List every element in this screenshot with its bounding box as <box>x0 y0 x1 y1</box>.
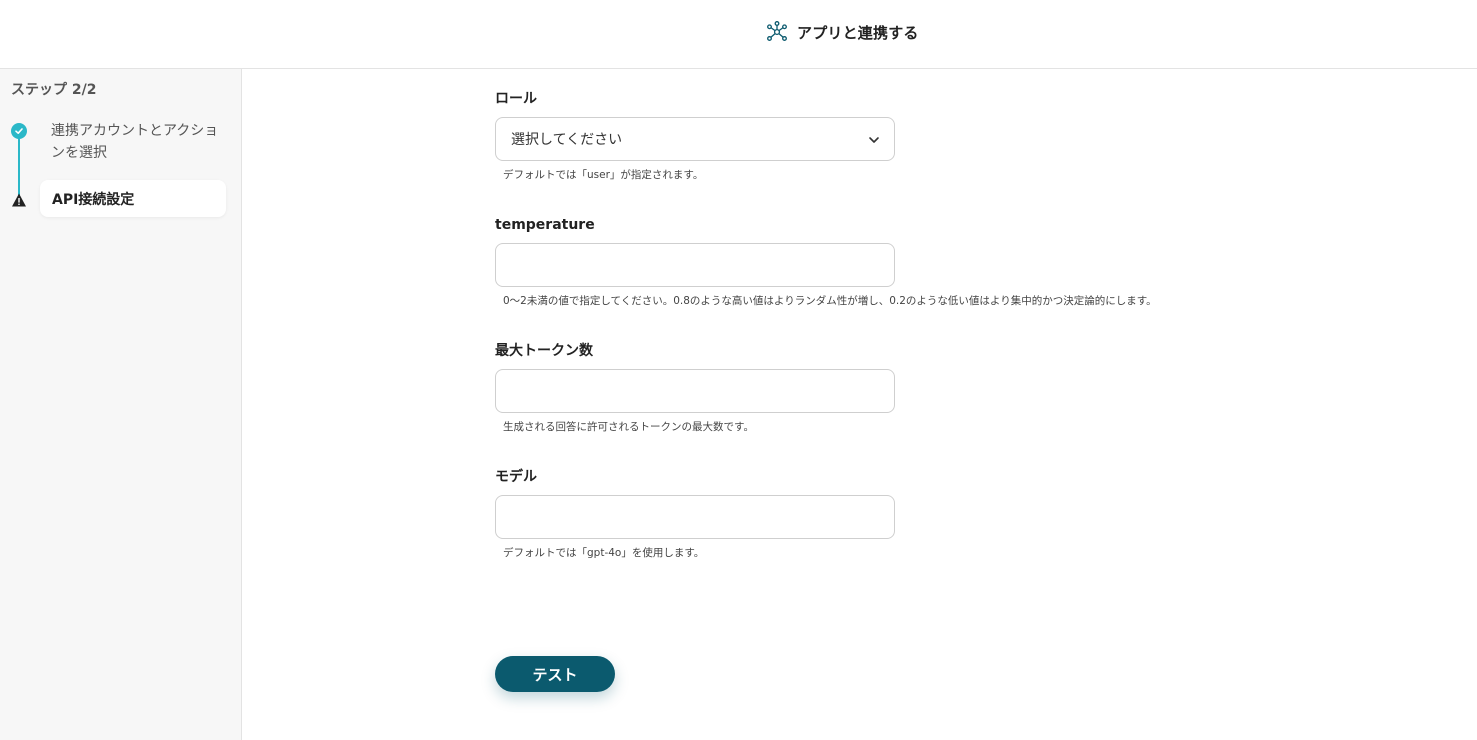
role-label: ロール <box>495 91 537 107</box>
max-tokens-field-group: 最大トークン数 生成される回答に許可されるトークンの最大数です。 <box>495 341 895 434</box>
header-title-group: アプリと連携する <box>766 20 919 44</box>
temperature-field-group: temperature 0〜2未満の値で指定してください。0.8のような高い値は… <box>495 215 1157 308</box>
model-label: モデル <box>495 469 537 485</box>
max-tokens-input[interactable] <box>495 369 895 413</box>
temperature-input[interactable] <box>495 243 895 287</box>
warning-icon <box>11 192 27 208</box>
max-tokens-hint: 生成される回答に許可されるトークンの最大数です。 <box>503 421 754 433</box>
role-field-group: ロール 選択してください デフォルトでは「user」が指定されます。 <box>495 89 895 182</box>
role-select[interactable]: 選択してください <box>495 117 895 161</box>
page-title: アプリと連携する <box>797 23 919 42</box>
step-item-label: API接続設定 <box>52 191 135 208</box>
check-icon <box>11 123 27 139</box>
chevron-down-icon <box>867 132 881 146</box>
temperature-hint: 0〜2未満の値で指定してください。0.8のような高い値はよりランダム性が増し、0… <box>503 295 1157 307</box>
test-button[interactable]: テスト <box>495 656 615 692</box>
role-hint: デフォルトでは「user」が指定されます。 <box>503 169 704 181</box>
step-count: ステップ 2/2 <box>11 82 97 98</box>
app-header: アプリと連携する <box>0 0 1477 69</box>
step-progress-line <box>18 136 20 199</box>
step-item-select-account[interactable]: 連携アカウントとアクションを選択 <box>51 120 221 164</box>
model-input[interactable] <box>495 495 895 539</box>
role-select-value: 選択してください <box>511 132 623 148</box>
step-sidebar: ステップ 2/2 連携アカウントとアクションを選択 API接続設定 <box>0 69 242 740</box>
model-hint: デフォルトでは「gpt-4o」を使用します。 <box>503 547 705 559</box>
network-icon <box>766 21 788 43</box>
step-item-api-settings[interactable]: API接続設定 <box>40 180 226 217</box>
max-tokens-label: 最大トークン数 <box>495 343 593 359</box>
temperature-label: temperature <box>495 217 595 233</box>
model-field-group: モデル デフォルトでは「gpt-4o」を使用します。 <box>495 467 895 560</box>
